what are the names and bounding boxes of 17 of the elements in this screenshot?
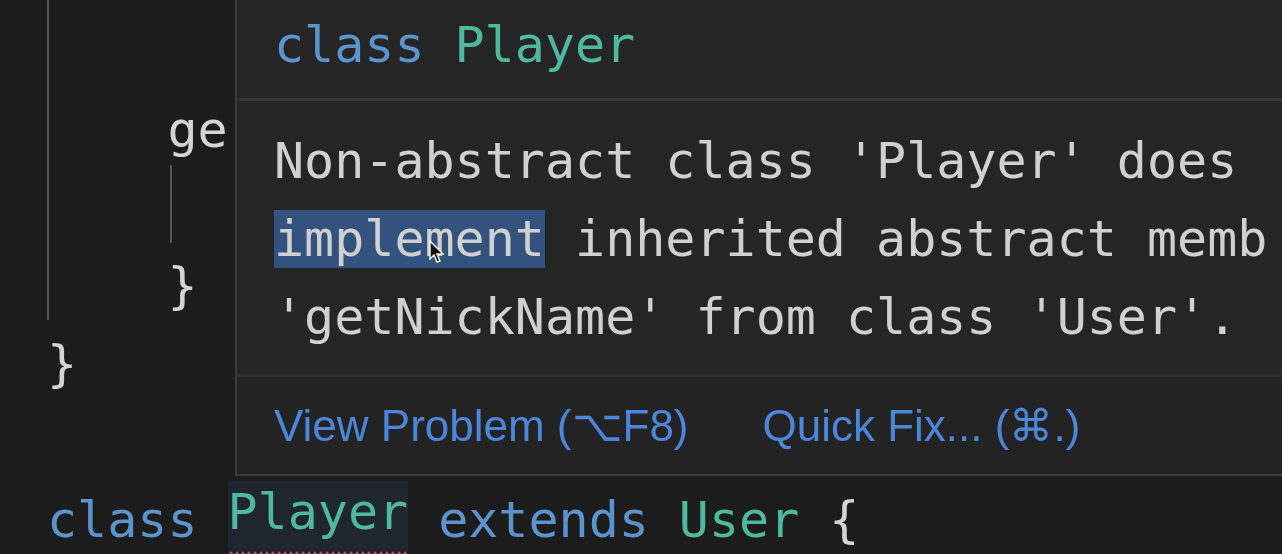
selected-text: implement: [274, 210, 545, 268]
code-text: {: [829, 490, 860, 551]
code-text: }: [47, 334, 78, 395]
action-link[interactable]: Quick Fix... (⌘.): [762, 400, 1081, 451]
message-text: Non-abstract class 'Player' does: [274, 132, 1238, 190]
code-text: }: [166, 256, 198, 317]
code-text: ge: [166, 100, 228, 161]
message-text: 'getNickName' from class 'User'.: [274, 288, 1238, 346]
signature-text: class: [274, 16, 425, 74]
code-keyword: extends: [438, 490, 649, 551]
mouse-pointer-icon: [429, 240, 445, 264]
code-identifier: User: [678, 490, 800, 551]
code-keyword: class: [47, 490, 198, 551]
signature-text: Player: [454, 16, 636, 74]
code-identifier: Player: [227, 481, 409, 554]
action-link[interactable]: View Problem (⌥F8): [274, 400, 689, 451]
message-text: inherited abstract memb: [574, 210, 1268, 268]
